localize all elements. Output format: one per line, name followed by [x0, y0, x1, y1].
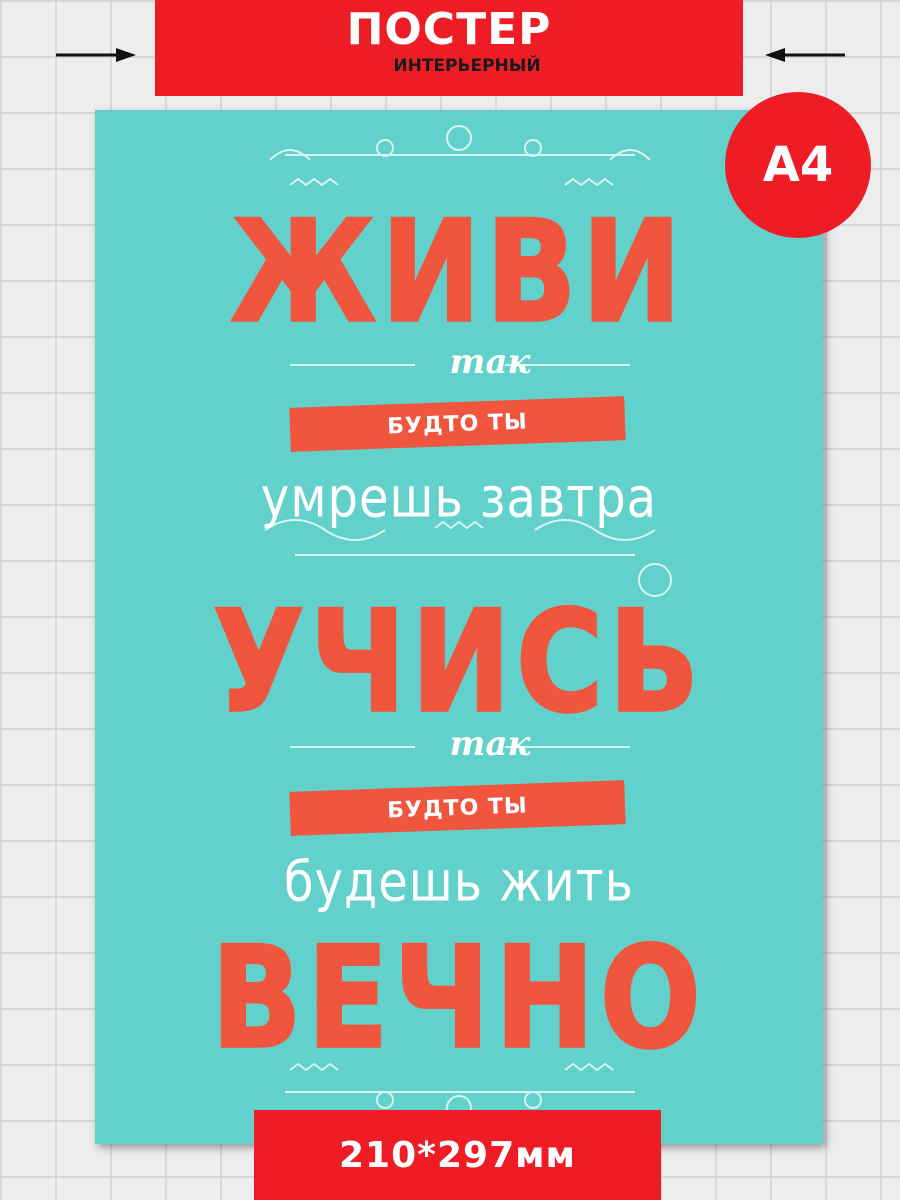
- poster: ЖИВИ так БУДТО ТЫ умрешь завтра УЧИСЬ та…: [95, 110, 823, 1144]
- poster-word-forever: ВЕЧНО: [210, 916, 707, 1080]
- poster-line-1: умрешь завтра: [260, 466, 658, 531]
- poster-line-2: будешь жить: [284, 850, 634, 915]
- header-banner: ПОСТЕР ИНТЕРЬЕРНЫЙ: [155, 0, 743, 96]
- poster-tak-2: так: [449, 724, 531, 764]
- poster-word-live: ЖИВИ: [230, 190, 687, 354]
- header-subtitle: ИНТЕРЬЕРНЫЙ: [393, 56, 541, 76]
- poster-word-learn: УЧИСЬ: [212, 580, 705, 744]
- header-title: ПОСТЕР: [346, 4, 552, 55]
- dimensions-banner: 210*297мм: [254, 1110, 661, 1200]
- arrow-left-icon: [765, 48, 845, 62]
- size-badge: А4: [725, 92, 871, 238]
- arrow-right-icon: [56, 48, 136, 62]
- poster-tak-1: так: [449, 342, 531, 382]
